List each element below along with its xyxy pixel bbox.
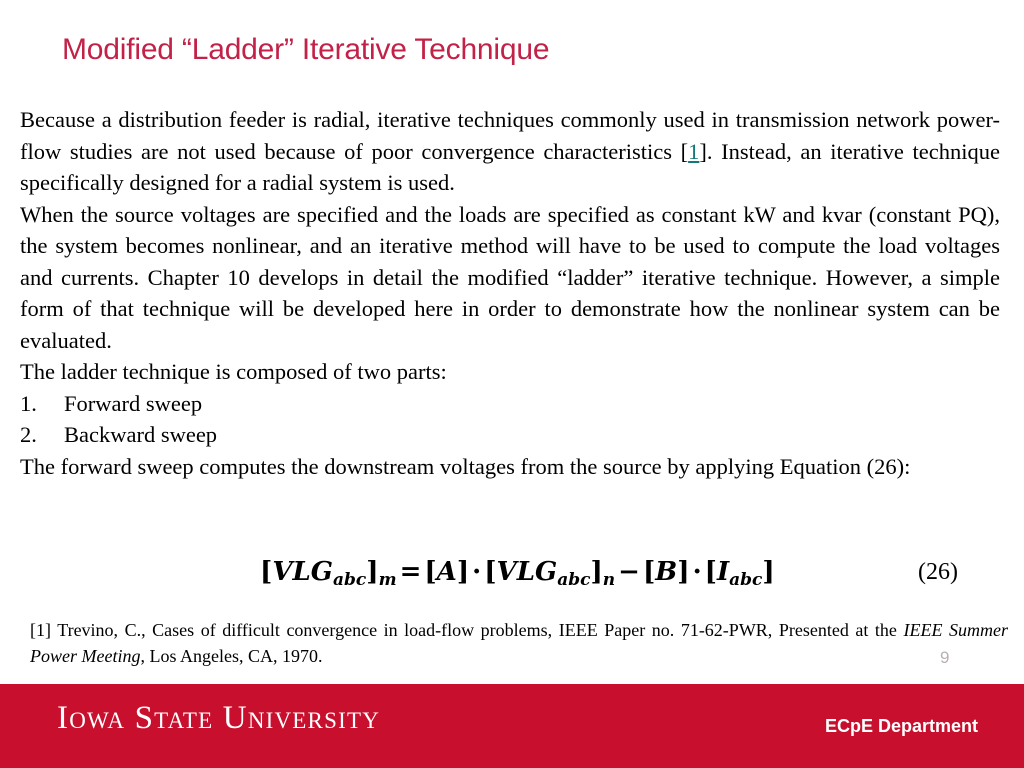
- equation-row: [VLGabc]m = [A] · [VLGabc]n − [B] · [Iabc] (26): [20, 552, 1000, 596]
- equation-matrix-a: A: [436, 557, 457, 587]
- dot-operator: ·: [692, 557, 702, 587]
- page-number: 9: [940, 648, 950, 667]
- ladder-parts-list: 1. Forward sweep 2. Backward sweep: [20, 388, 1000, 451]
- paragraph-intro: Because a distribution feeder is radial,…: [20, 104, 1000, 199]
- bracket-open: [: [642, 557, 656, 587]
- reference-suffix: , Los Angeles, CA, 1970.: [140, 646, 323, 666]
- equation-number: (26): [918, 559, 958, 585]
- list-item-marker: 2.: [20, 422, 37, 447]
- equation-current-subscript: abc: [729, 569, 763, 590]
- page-title: Modified “Ladder” Iterative Technique: [62, 33, 550, 66]
- equation-lhs-variable: VLG: [272, 557, 333, 587]
- dot-operator: ·: [472, 557, 482, 587]
- equation-lhs-index: m: [378, 569, 397, 590]
- bracket-open: [: [704, 557, 717, 587]
- list-item-label: Backward sweep: [64, 422, 218, 447]
- equation-rhs-index: n: [602, 569, 616, 590]
- bracket-close: ]: [762, 557, 775, 587]
- paragraph-nonlinear-system: When the source voltages are specified a…: [20, 201, 1000, 353]
- bracket-close: ]: [456, 557, 470, 587]
- equation-current-variable: I: [716, 557, 730, 587]
- bracket-open: [: [424, 557, 437, 587]
- bracket-open: [: [260, 557, 273, 587]
- minus-sign: −: [618, 557, 640, 587]
- paragraph-forward-sweep: The forward sweep computes the downstrea…: [20, 453, 911, 479]
- list-item-label: Forward sweep: [64, 390, 203, 416]
- bracket-close: ]: [677, 557, 690, 587]
- reference-link-1[interactable]: 1: [688, 139, 699, 164]
- list-item: 1. Forward sweep: [20, 388, 1000, 420]
- university-wordmark: Iowa State University: [57, 700, 380, 736]
- bracket-open: [: [484, 557, 497, 587]
- equation-matrix-b: B: [655, 557, 678, 587]
- reference-footnote: [1] Trevino, C., Cases of difficult conv…: [30, 617, 1008, 669]
- bracket-close: ]: [590, 557, 603, 587]
- equation-lhs-subscript: abc: [332, 569, 367, 590]
- list-item: 2. Backward sweep: [20, 419, 1000, 451]
- equation-rhs-variable: VLG: [496, 557, 558, 587]
- paragraph-two-parts: The ladder technique is composed of two …: [20, 359, 447, 384]
- reference-prefix: [1] Trevino, C., Cases of difficult conv…: [30, 620, 904, 640]
- slide-body: Because a distribution feeder is radial,…: [20, 104, 1000, 482]
- department-label: ECpE Department: [824, 716, 978, 736]
- equals-sign: =: [399, 557, 422, 587]
- equation-26: [VLGabc]m = [A] · [VLGabc]n − [B] · [Iabc]: [260, 552, 775, 600]
- footer-bar: Iowa State University ECpE Department: [0, 684, 1024, 768]
- bracket-close: ]: [366, 557, 379, 587]
- list-item-marker: 1.: [20, 390, 37, 416]
- equation-rhs-subscript: abc: [557, 569, 591, 590]
